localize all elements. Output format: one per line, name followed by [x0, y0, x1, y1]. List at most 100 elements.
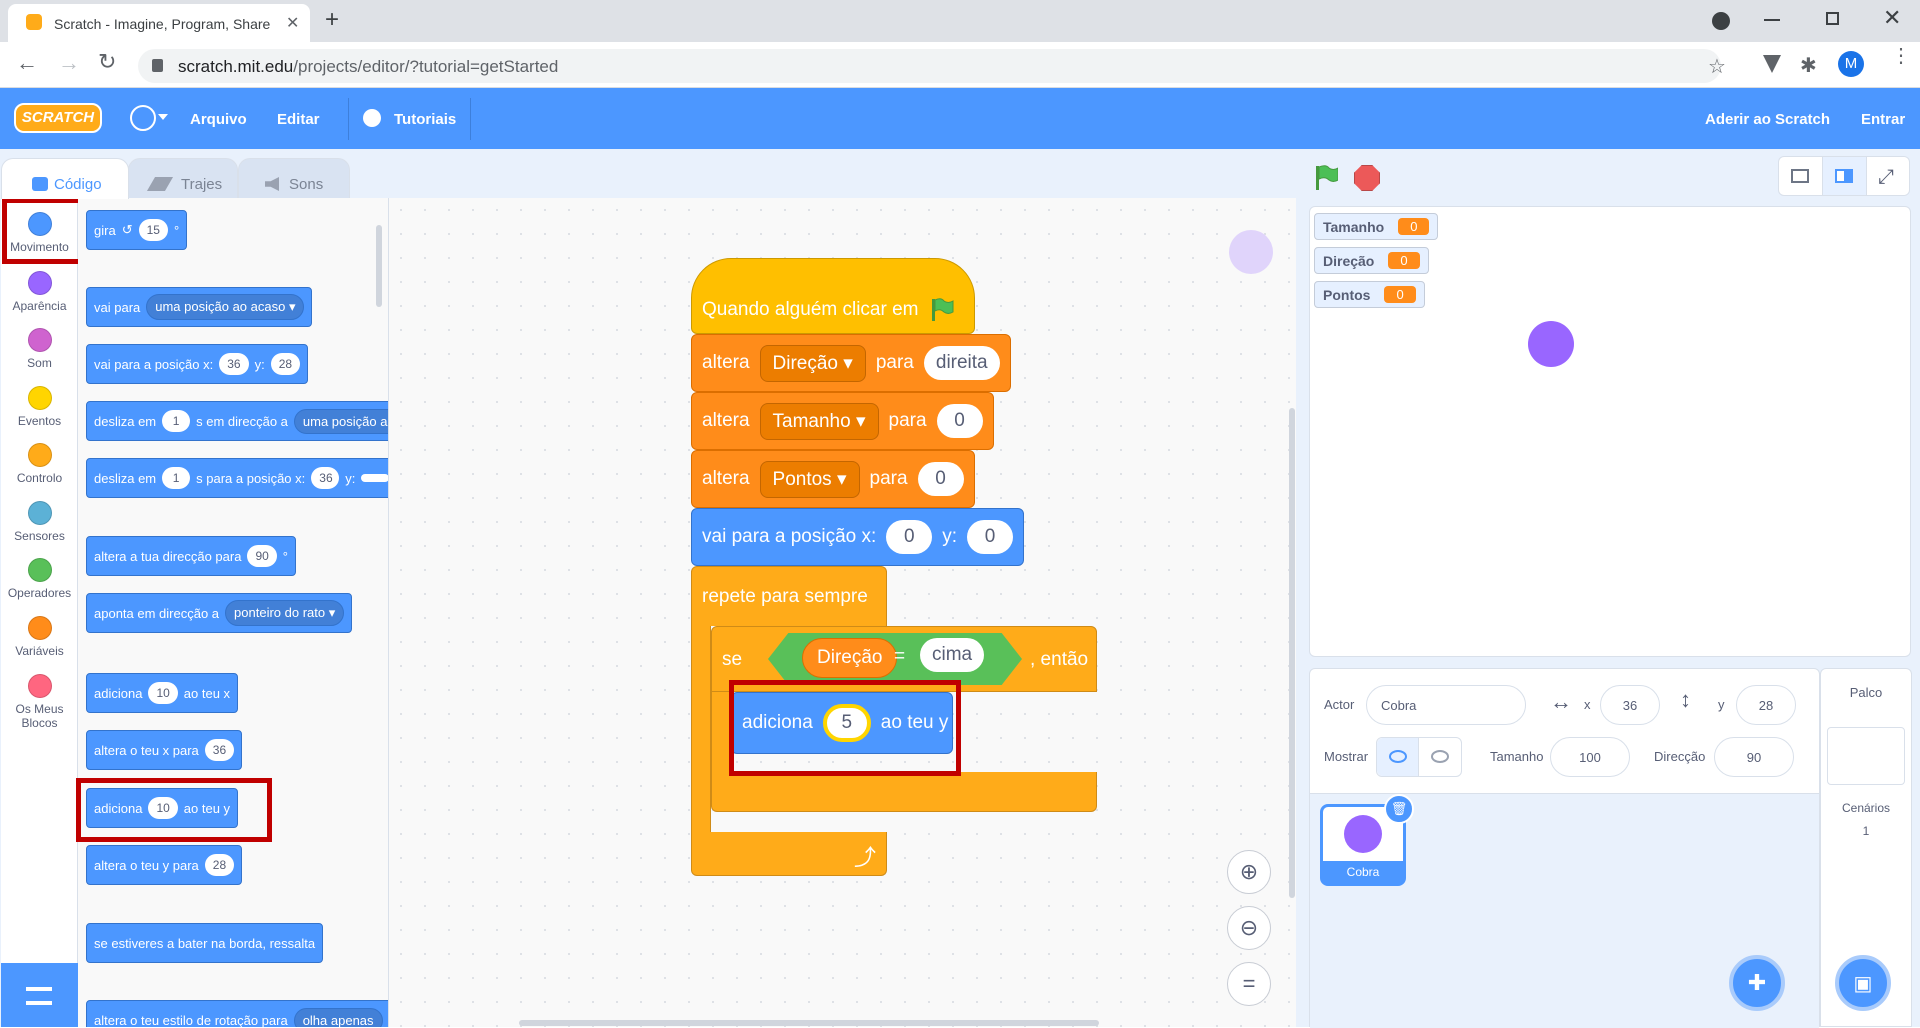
- glide-xy-block[interactable]: desliza em 1 s para a posição x: 36 y:: [86, 458, 388, 498]
- choose-sprite-button[interactable]: ✚: [1729, 955, 1785, 1011]
- profile-avatar[interactable]: M: [1838, 51, 1864, 77]
- y-input[interactable]: 28: [270, 353, 301, 375]
- forever-block[interactable]: repete para sempre: [691, 566, 887, 626]
- small-stage-button[interactable]: [1779, 157, 1823, 195]
- palette-scrollbar[interactable]: [376, 225, 382, 307]
- bookmark-star-icon[interactable]: ☆: [1708, 54, 1726, 79]
- restore-icon[interactable]: [1826, 12, 1839, 25]
- sprite-size-input[interactable]: 100: [1550, 737, 1630, 777]
- compare-value-input[interactable]: cima: [920, 638, 985, 672]
- menu-file[interactable]: Arquivo: [190, 111, 247, 128]
- category-variables[interactable]: Variáveis: [1, 616, 78, 658]
- stage-canvas[interactable]: Tamanho 0 Direção 0 Pontos 0: [1309, 206, 1911, 657]
- direction-variable-reporter[interactable]: Direção: [802, 638, 898, 678]
- set-direction-block[interactable]: altera Direção ▾ para direita: [691, 334, 1011, 392]
- show-sprite-button[interactable]: [1377, 738, 1419, 776]
- reload-icon[interactable]: ↻: [98, 49, 116, 75]
- large-stage-button[interactable]: [1823, 157, 1867, 195]
- goto-target-dropdown[interactable]: uma posição ao acaso ▾: [146, 294, 305, 320]
- category-control[interactable]: Controlo: [1, 443, 78, 485]
- variable-dropdown[interactable]: Direção ▾: [759, 344, 866, 382]
- zoom-reset-button[interactable]: =: [1227, 962, 1271, 1006]
- sprite-x-input[interactable]: 36: [1600, 685, 1660, 725]
- workspace-vertical-scrollbar[interactable]: [1289, 408, 1295, 898]
- goto-block[interactable]: vai para uma posição ao acaso ▾: [86, 287, 313, 327]
- close-window-icon[interactable]: ✕: [1883, 5, 1901, 31]
- menu-tutorials[interactable]: Tutoriais: [394, 111, 456, 128]
- minimize-icon[interactable]: [1764, 19, 1780, 21]
- tab-code[interactable]: Código: [1, 158, 129, 199]
- x-input[interactable]: 0: [886, 520, 933, 554]
- sprite-name-input[interactable]: Cobra: [1366, 685, 1526, 725]
- variable-dropdown[interactable]: Pontos ▾: [759, 460, 860, 498]
- sprite-direction-input[interactable]: 90: [1714, 737, 1794, 777]
- sign-in-link[interactable]: Entrar: [1861, 111, 1905, 128]
- change-x-input[interactable]: 10: [148, 682, 178, 704]
- green-flag-icon[interactable]: [1314, 165, 1338, 191]
- set-y-input[interactable]: 28: [204, 854, 235, 876]
- category-my-blocks[interactable]: Os Meus Blocos: [1, 674, 78, 730]
- bounce-block[interactable]: se estiveres a bater na borda, ressalta: [86, 923, 324, 963]
- cobra-sprite[interactable]: [1528, 321, 1574, 367]
- point-target-dropdown[interactable]: ponteiro do rato ▾: [225, 600, 345, 626]
- tab-costumes[interactable]: Trajes: [128, 158, 238, 199]
- close-tab-icon[interactable]: ✕: [286, 13, 299, 33]
- y-input[interactable]: [361, 474, 388, 482]
- fullscreen-icon[interactable]: ⤢: [1878, 166, 1894, 189]
- point-direction-block[interactable]: altera a tua direcção para 90 °: [86, 536, 296, 576]
- sprite-y-input[interactable]: 28: [1736, 685, 1796, 725]
- backdrop-thumbnail[interactable]: [1827, 727, 1905, 785]
- value-input[interactable]: 0: [917, 462, 964, 496]
- zoom-out-button[interactable]: ⊖: [1227, 906, 1271, 950]
- set-y-block[interactable]: altera o teu y para 28: [86, 845, 243, 885]
- glide-seconds-input[interactable]: 1: [162, 467, 191, 489]
- glide-seconds-input[interactable]: 1: [162, 410, 191, 432]
- category-sensing[interactable]: Sensores: [1, 501, 78, 543]
- browser-menu-icon[interactable]: ⋮: [1891, 46, 1911, 66]
- add-extension-button[interactable]: [1, 963, 78, 1027]
- tab-search-icon[interactable]: [1712, 12, 1730, 30]
- script-workspace[interactable]: Quando alguém clicar em altera Direção ▾…: [388, 198, 1296, 1027]
- variable-dropdown[interactable]: Tamanho ▾: [759, 402, 879, 440]
- category-sound[interactable]: Som: [1, 328, 78, 370]
- category-operators[interactable]: Operadores: [1, 558, 78, 600]
- forward-icon[interactable]: →: [58, 50, 80, 76]
- browser-tab[interactable]: Scratch - Imagine, Program, Share ✕: [8, 4, 310, 42]
- category-events[interactable]: Eventos: [1, 386, 78, 428]
- extensions-puzzle-icon[interactable]: ✱: [1800, 53, 1817, 78]
- when-flag-clicked-block[interactable]: Quando alguém clicar em: [691, 258, 975, 334]
- stop-sign-icon[interactable]: [1354, 165, 1380, 191]
- delete-sprite-icon[interactable]: 🗑: [1384, 794, 1414, 824]
- hide-sprite-button[interactable]: [1419, 738, 1461, 776]
- set-points-block[interactable]: altera Pontos ▾ para 0: [691, 450, 975, 508]
- glide-target-dropdown[interactable]: uma posição ao acaso: [293, 408, 388, 434]
- language-globe-icon[interactable]: [130, 105, 156, 131]
- point-towards-block[interactable]: aponta em direcção a ponteiro do rato ▾: [86, 593, 353, 633]
- rotation-style-dropdown[interactable]: olha apenas: [293, 1007, 383, 1027]
- turn-degrees-input[interactable]: 15: [138, 219, 168, 241]
- direction-input[interactable]: 90: [247, 545, 277, 567]
- value-input[interactable]: 0: [936, 404, 983, 438]
- tab-sounds[interactable]: Sons: [238, 158, 350, 199]
- change-x-block[interactable]: adiciona 10 ao teu x: [86, 673, 239, 713]
- menu-edit[interactable]: Editar: [277, 111, 320, 128]
- choose-backdrop-button[interactable]: ▣: [1835, 955, 1891, 1011]
- set-size-block[interactable]: altera Tamanho ▾ para 0: [691, 392, 994, 450]
- back-icon[interactable]: ←: [16, 50, 38, 76]
- join-scratch-link[interactable]: Aderir ao Scratch: [1705, 111, 1830, 128]
- stage-selector[interactable]: Palco Cenários 1 ▣: [1820, 668, 1912, 1027]
- rotation-style-block[interactable]: altera o teu estilo de rotação para olha …: [86, 1000, 388, 1027]
- category-looks[interactable]: Aparência: [1, 271, 78, 313]
- new-tab-icon[interactable]: +: [325, 6, 339, 34]
- turn-block[interactable]: gira ↺ 15 °: [86, 210, 188, 250]
- set-x-block[interactable]: altera o teu x para 36: [86, 730, 243, 770]
- x-input[interactable]: 36: [219, 353, 249, 375]
- glide-to-block[interactable]: desliza em 1 s em direcção a uma posição ao…: [86, 401, 388, 441]
- scratch-logo[interactable]: SCRATCH: [14, 103, 102, 133]
- set-x-input[interactable]: 36: [204, 739, 235, 761]
- x-input[interactable]: 36: [311, 467, 340, 489]
- goto-xy-block[interactable]: vai para a posição x: 36 y: 28: [86, 344, 309, 384]
- goto-xy-script-block[interactable]: vai para a posição x: 0 y: 0: [691, 508, 1025, 566]
- workspace-horizontal-scrollbar[interactable]: [519, 1020, 1099, 1026]
- y-input[interactable]: 0: [967, 520, 1014, 554]
